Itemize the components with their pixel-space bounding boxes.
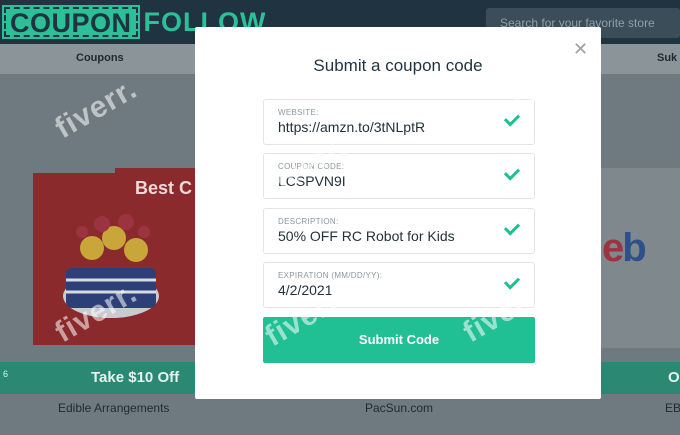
- check-icon: [503, 164, 521, 181]
- watermark: fiverr.: [49, 72, 143, 146]
- offer-text-left: Take $10 Off: [91, 369, 180, 386]
- coupon-code-field[interactable]: COUPON CODE: LCSPVN9I: [263, 153, 535, 199]
- store-name-edible[interactable]: Edible Arrangements: [58, 401, 169, 415]
- website-value: https://amzn.to/3tNLptR: [278, 119, 426, 135]
- description-value: 50% OFF RC Robot for Kids: [278, 228, 455, 244]
- check-icon: [503, 273, 521, 290]
- ebay-logo: eb: [602, 226, 647, 270]
- website-label: WEBSITE:: [278, 108, 319, 117]
- expiration-value: 4/2/2021: [278, 282, 333, 298]
- description-field[interactable]: DESCRIPTION: 50% OFF RC Robot for Kids: [263, 208, 535, 254]
- check-icon: [503, 219, 521, 236]
- side-tab[interactable]: 6: [0, 363, 14, 387]
- logo-coupon-text: COUPON: [2, 5, 140, 39]
- website-field[interactable]: WEBSITE: https://amzn.to/3tNLptR: [263, 99, 535, 145]
- store-name-pacsun[interactable]: PacSun.com: [365, 401, 433, 415]
- check-icon: [503, 110, 521, 127]
- expiration-field[interactable]: EXPIRATION (MM/DD/YY): 4/2/2021: [263, 262, 535, 308]
- coupon-code-label: COUPON CODE:: [278, 162, 345, 171]
- coupon-code-value: LCSPVN9I: [278, 173, 346, 189]
- expiration-label: EXPIRATION (MM/DD/YY):: [278, 271, 383, 280]
- nav-item-right[interactable]: Suk: [657, 52, 677, 64]
- description-label: DESCRIPTION:: [278, 217, 339, 226]
- store-name-ebay[interactable]: EB: [665, 401, 680, 415]
- modal-title: Submit a coupon code: [313, 56, 483, 75]
- fruit-basket-icon: [63, 214, 159, 318]
- submit-code-button[interactable]: Submit Code: [263, 317, 535, 363]
- offer-text-right: O: [668, 369, 680, 386]
- nav-item-coupons[interactable]: Coupons: [76, 52, 124, 64]
